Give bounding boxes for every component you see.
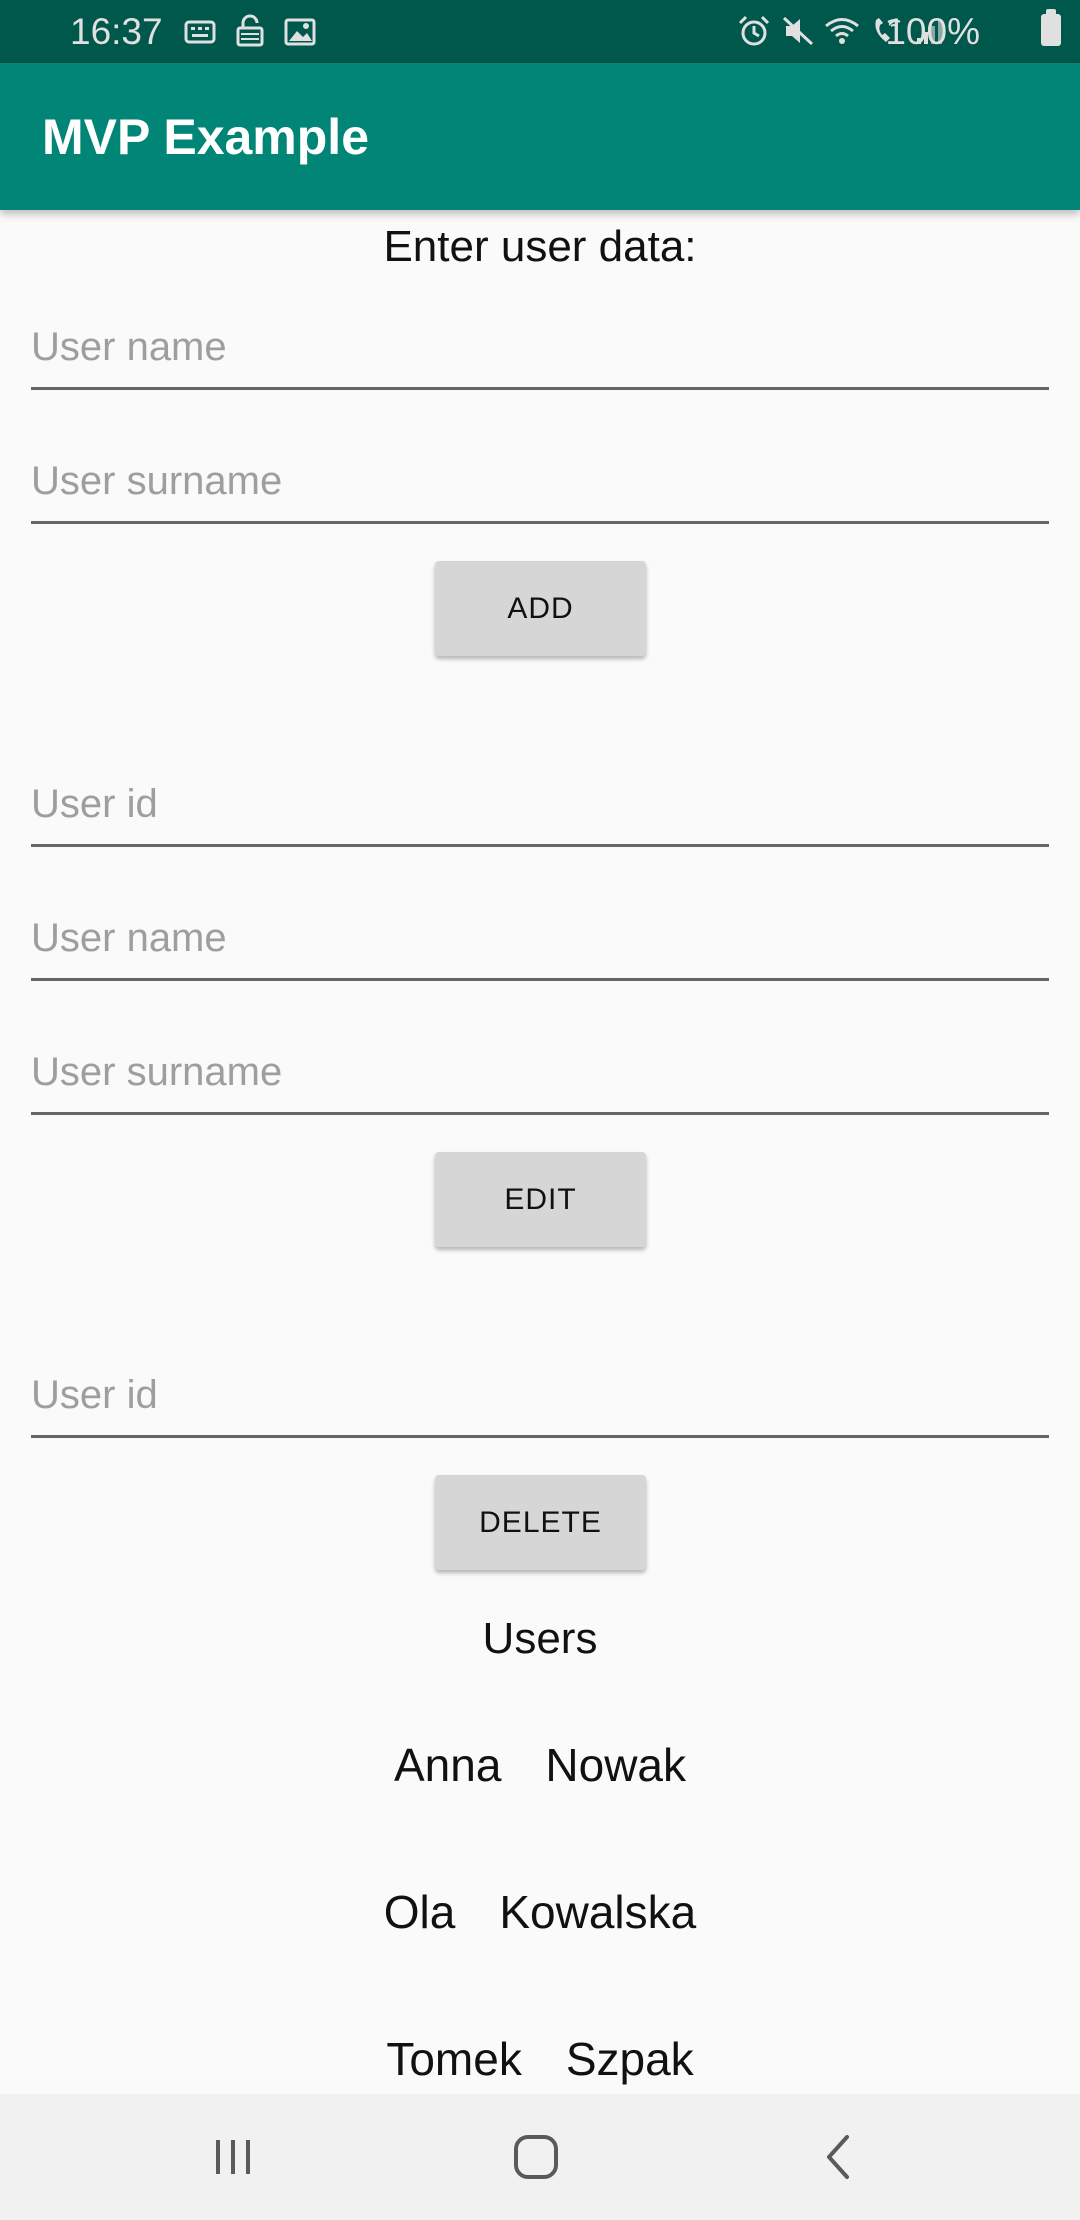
user-surname: Szpak [565, 2033, 694, 2085]
user-surname: Kowalska [499, 1886, 697, 1938]
add-surname-field [31, 444, 1049, 524]
edit-surname-field [31, 1035, 1049, 1115]
user-row: Anna Nowak [0, 1737, 1080, 1793]
keyboard-icon [184, 20, 216, 44]
battery-icon [1041, 9, 1061, 46]
user-name: Ola [383, 1886, 456, 1938]
user-name: Anna [393, 1739, 502, 1791]
edit-name-input[interactable] [31, 901, 1049, 975]
user-name: Tomek [386, 2033, 522, 2085]
edit-name-field [31, 901, 1049, 981]
add-button[interactable]: ADD [435, 561, 646, 656]
wifi-icon [825, 18, 859, 44]
user-row: Tomek Szpak [0, 2031, 1080, 2087]
user-row: Ola Kowalska [0, 1884, 1080, 1940]
delete-button[interactable]: DELETE [435, 1475, 646, 1570]
status-left-icons [182, 12, 318, 50]
image-icon [284, 18, 316, 46]
lock-icon [236, 14, 264, 47]
status-time: 16:37 [70, 11, 163, 52]
battery-percentage: 100% [885, 11, 980, 52]
navigation-bar [0, 2094, 1080, 2220]
form-heading: Enter user data: [383, 222, 697, 271]
screen: 16:37 100% MVP Example Enter user data: … [0, 0, 1080, 2220]
recent-apps-icon[interactable] [198, 2122, 268, 2192]
app-bar: MVP Example [0, 63, 1080, 210]
add-name-input[interactable] [31, 310, 1049, 384]
add-surname-input[interactable] [31, 444, 1049, 518]
app-title: MVP Example [42, 109, 370, 165]
edit-id-input[interactable] [31, 767, 1049, 841]
delete-id-field [31, 1358, 1049, 1438]
edit-surname-input[interactable] [31, 1035, 1049, 1109]
add-name-field [31, 310, 1049, 390]
edit-id-field [31, 767, 1049, 847]
status-bar: 16:37 100% [0, 0, 1080, 63]
user-surname: Nowak [545, 1739, 687, 1791]
back-icon[interactable] [803, 2122, 873, 2192]
mute-icon [782, 16, 814, 46]
delete-id-input[interactable] [31, 1358, 1049, 1432]
alarm-icon [738, 15, 770, 46]
edit-button[interactable]: EDIT [435, 1152, 646, 1247]
home-icon[interactable] [501, 2122, 571, 2192]
users-title: Users [482, 1614, 598, 1663]
